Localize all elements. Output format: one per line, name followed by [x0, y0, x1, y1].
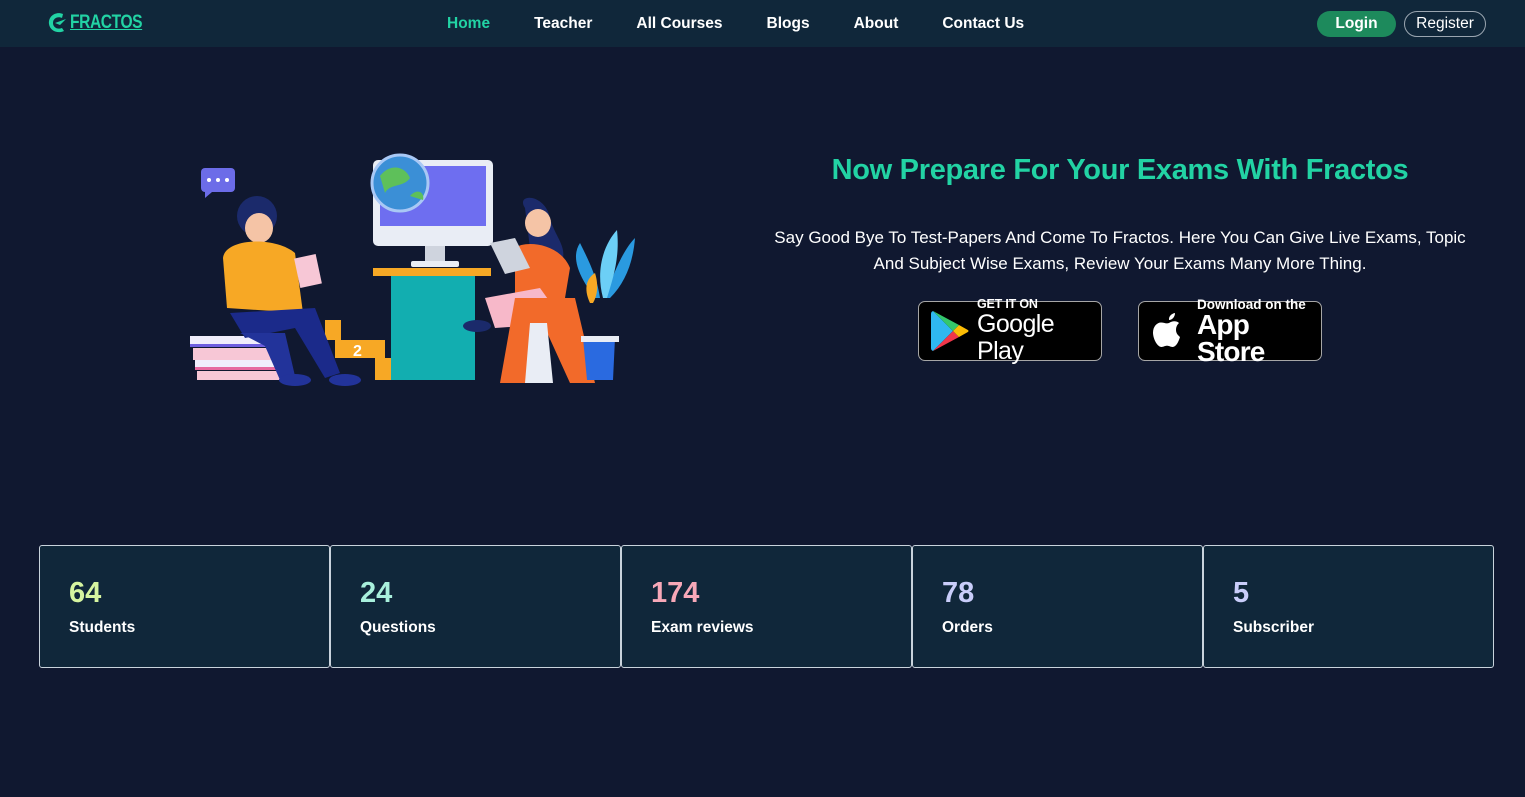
stat-value: 78	[942, 577, 975, 609]
nav-all-courses[interactable]: All Courses	[614, 15, 744, 33]
main-nav: Home Teacher All Courses Blogs About Con…	[425, 0, 1046, 47]
apple-icon	[1153, 313, 1180, 347]
stat-value: 24	[360, 577, 393, 609]
nav-home[interactable]: Home	[425, 15, 512, 33]
globe-icon	[370, 153, 430, 213]
chat-bubble-icon	[201, 168, 235, 198]
brand-name: FRACTOS	[70, 12, 143, 33]
app-store-big-text: App Store	[1197, 308, 1265, 367]
top-navbar: FRACTOS Home Teacher All Courses Blogs A…	[0, 0, 1525, 47]
stat-card-questions: 24 Questions	[330, 545, 621, 668]
stat-label: Exam reviews	[651, 619, 754, 636]
stat-label: Orders	[942, 619, 993, 636]
stat-label: Students	[69, 619, 136, 636]
login-button[interactable]: Login	[1317, 11, 1396, 37]
register-button[interactable]: Register	[1404, 11, 1486, 37]
nav-about[interactable]: About	[832, 15, 921, 33]
stat-card-exam-reviews: 174 Exam reviews	[621, 545, 912, 668]
stat-label: Subscriber	[1233, 619, 1314, 636]
stat-value: 174	[651, 577, 700, 609]
hero-illustration: 2 3	[190, 153, 635, 386]
google-play-badge[interactable]: GET IT ON Google Play	[918, 297, 1102, 364]
stat-label: Questions	[360, 619, 436, 636]
google-play-small-text: GET IT ON	[977, 296, 1038, 311]
google-play-text: GET IT ON Google Play	[977, 296, 1101, 365]
stats-row: 64 Students 24 Questions 174 Exam review…	[39, 545, 1494, 668]
stat-card-subscriber: 5 Subscriber	[1203, 545, 1494, 668]
brand-logo[interactable]: FRACTOS	[46, 10, 158, 36]
podium-step-2: 2	[353, 343, 362, 360]
app-store-badge[interactable]: Download on the App Store	[1138, 297, 1322, 365]
stat-card-orders: 78 Orders	[912, 545, 1203, 668]
nav-contact-us[interactable]: Contact Us	[920, 15, 1046, 33]
app-store-text: Download on the App Store	[1197, 297, 1321, 367]
nav-blogs[interactable]: Blogs	[745, 15, 832, 33]
nav-teacher[interactable]: Teacher	[512, 15, 614, 33]
hero-title: Now Prepare For Your Exams With Fractos	[831, 154, 1409, 186]
stat-card-students: 64 Students	[39, 545, 330, 668]
hero-description: Say Good Bye To Test-Papers And Come To …	[774, 228, 1466, 273]
google-play-icon	[931, 311, 969, 351]
fractos-logo-icon	[48, 13, 66, 33]
google-play-big-text: Google Play	[977, 309, 1055, 365]
stat-value: 5	[1233, 577, 1250, 609]
stat-value: 64	[69, 577, 102, 609]
